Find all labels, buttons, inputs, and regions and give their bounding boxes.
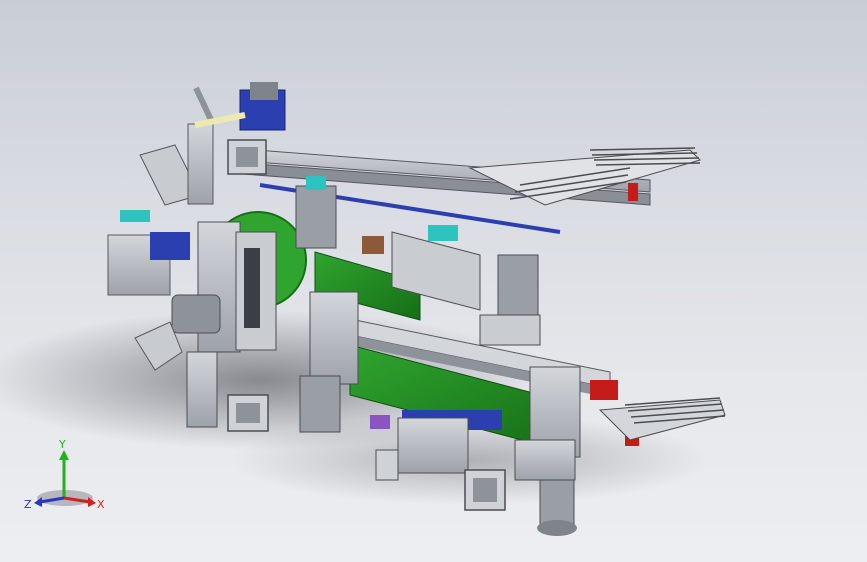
vertical-motor-top — [306, 176, 326, 190]
bottom-left-tab — [375, 449, 399, 481]
bottom-window — [473, 478, 497, 502]
bottom-motor-center — [299, 375, 341, 433]
front-vertical-plate — [309, 291, 359, 385]
belt-slot — [244, 248, 260, 328]
lower-left-frame — [186, 351, 218, 428]
upper-left-window — [236, 147, 258, 167]
vertical-motor-center — [295, 185, 337, 249]
cyan-block-mid — [428, 225, 458, 241]
x-axis-label: X — [97, 498, 105, 511]
machine-assembly-model[interactable] — [0, 0, 867, 562]
purple-block — [370, 415, 390, 429]
y-axis-label: Y — [58, 440, 66, 451]
side-motor — [171, 294, 221, 334]
upper-tray-red-block — [628, 183, 638, 201]
top-motor — [250, 82, 278, 100]
vertical-motor-right — [497, 254, 539, 316]
red-side-block — [590, 380, 618, 400]
z-axis-label: Z — [24, 498, 32, 511]
cylinder-rod — [193, 86, 215, 124]
upper-left-frame — [187, 123, 214, 205]
y-axis-arrow — [59, 450, 69, 460]
bottom-leg-foot — [537, 520, 577, 536]
motor-gear-right — [479, 314, 541, 346]
bottom-front-plate — [397, 417, 469, 474]
lower-window — [236, 403, 260, 423]
brown-block — [362, 236, 384, 254]
yellow-shaft — [194, 112, 246, 128]
left-cyan-part — [120, 210, 150, 222]
left-block-blue — [150, 232, 190, 260]
bottom-right-bracket — [514, 439, 576, 481]
orientation-triad[interactable]: Y X Z — [20, 440, 110, 520]
cad-viewport[interactable]: Y X Z — [0, 0, 867, 562]
